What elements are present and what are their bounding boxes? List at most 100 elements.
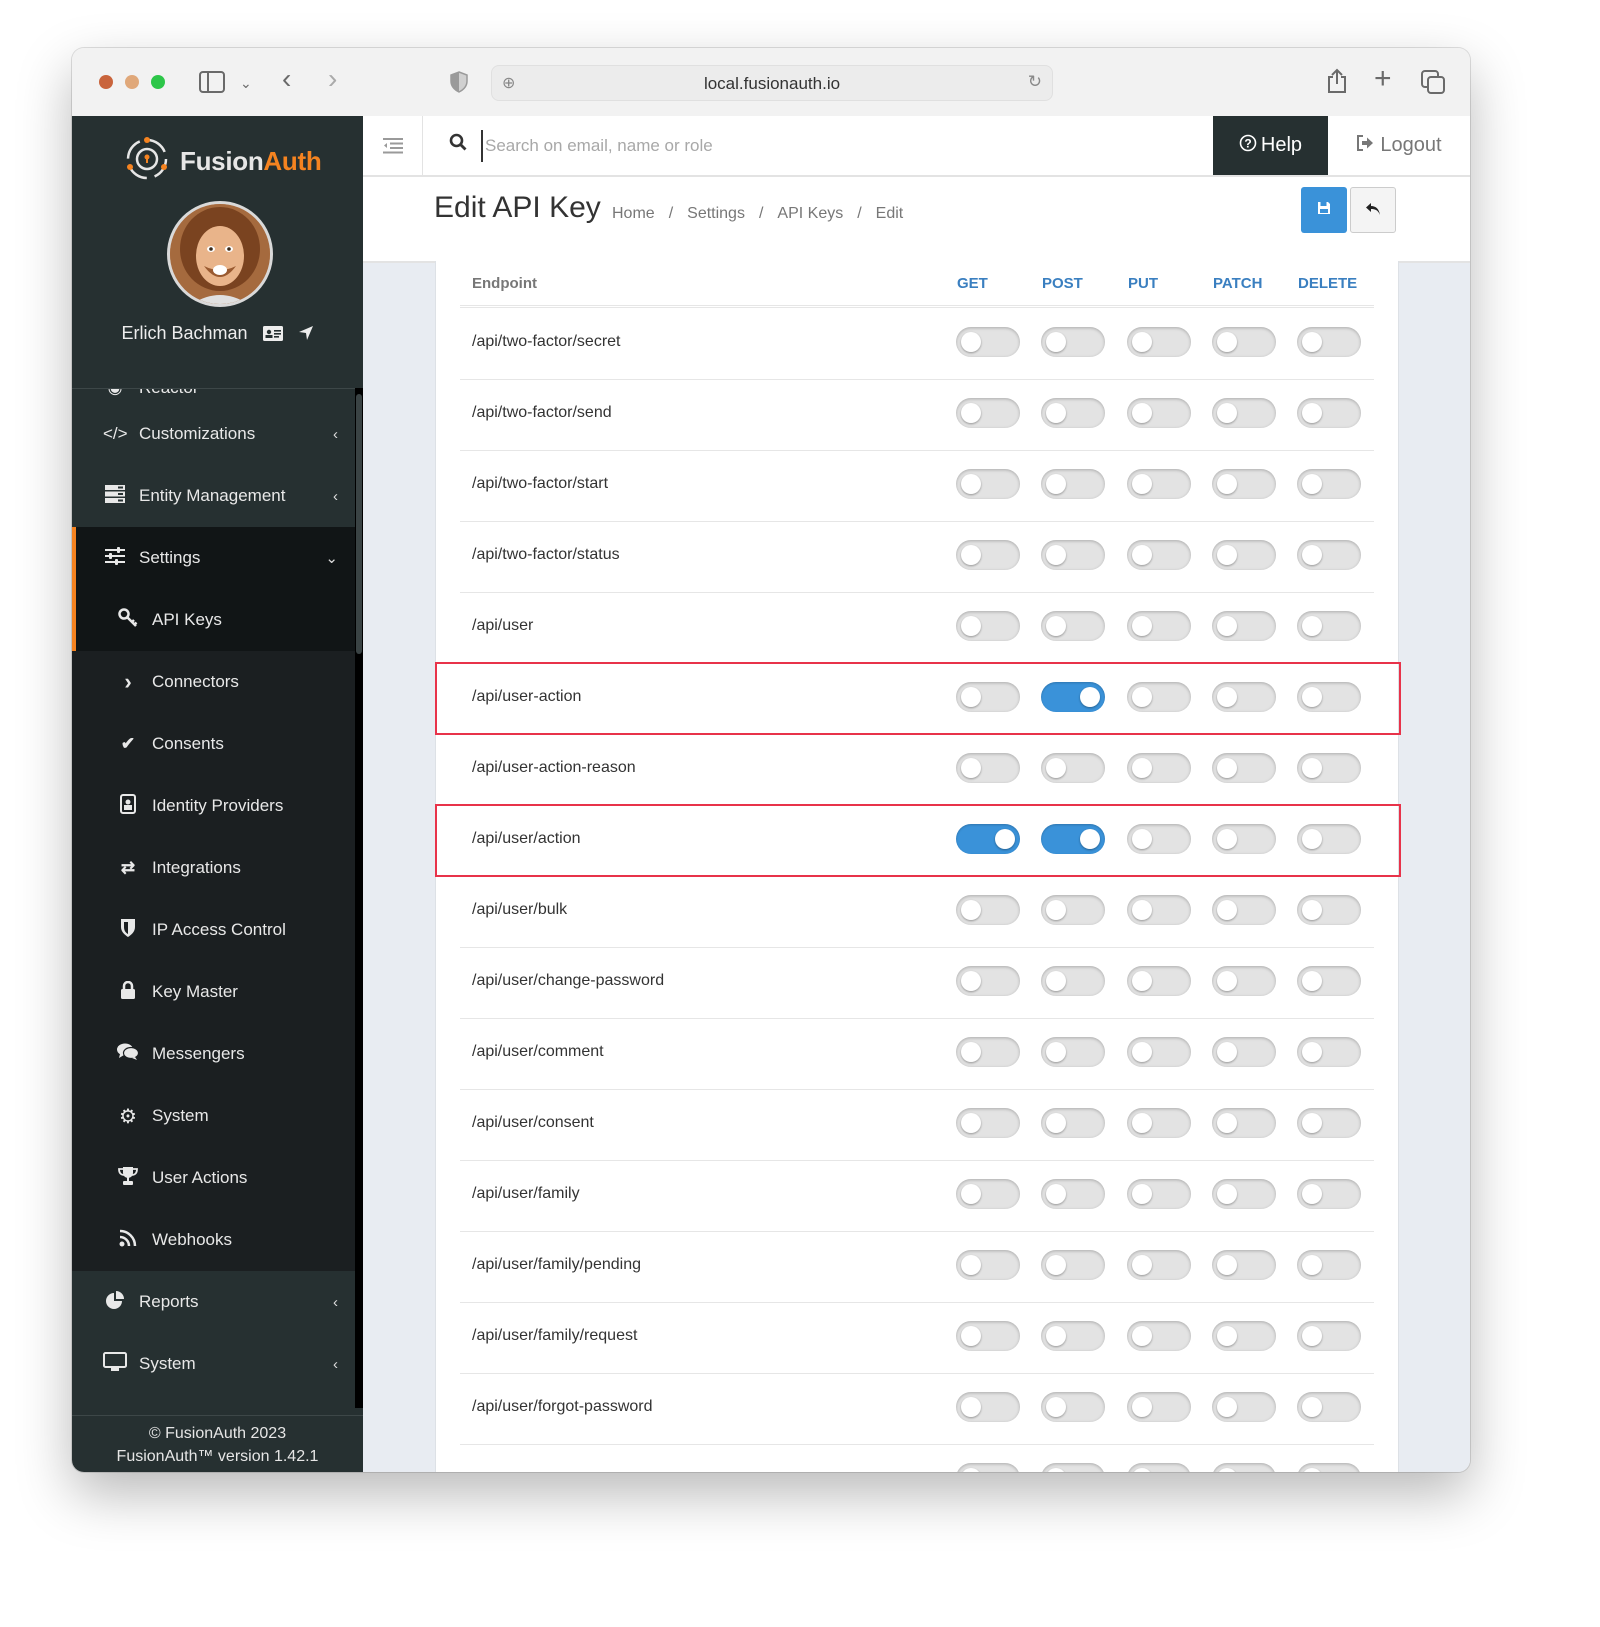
toggle-get[interactable] [956,1392,1020,1422]
toggle-delete[interactable] [1297,895,1361,925]
toggle-patch[interactable] [1212,1179,1276,1209]
sidebar-item-key-master[interactable]: Key Master [72,961,363,1023]
toggle-put[interactable] [1127,1179,1191,1209]
toggle-delete[interactable] [1297,469,1361,499]
collapse-sidebar-button[interactable] [363,116,423,175]
toggle-post[interactable] [1041,966,1105,996]
sidebar-item-webhooks[interactable]: Webhooks [72,1209,363,1271]
minimize-window-button[interactable] [125,75,139,89]
sidebar-item-api-keys[interactable]: API Keys [72,589,363,651]
toggle-post[interactable] [1041,540,1105,570]
toggle-get[interactable] [956,753,1020,783]
breadcrumb-home[interactable]: Home [612,205,655,223]
toggle-post[interactable] [1041,1321,1105,1351]
toggle-put[interactable] [1127,682,1191,712]
id-card-icon[interactable] [262,325,283,346]
sidebar-item-system-settings[interactable]: ⚙ System [72,1085,363,1147]
toggle-patch[interactable] [1212,469,1276,499]
fusionauth-logo[interactable]: FusionAuth [124,136,322,184]
toggle-put[interactable] [1127,824,1191,854]
toggle-delete[interactable] [1297,824,1361,854]
sidebar-item-reports[interactable]: Reports ‹ [72,1271,363,1333]
tabs-overview-icon[interactable] [1421,70,1445,98]
shield-icon[interactable] [450,71,468,97]
toggle-delete[interactable] [1297,540,1361,570]
toggle-post[interactable] [1041,1037,1105,1067]
toggle-post[interactable] [1041,469,1105,499]
toggle-put[interactable] [1127,1037,1191,1067]
toggle-get[interactable] [956,1463,1020,1472]
toggle-get[interactable] [956,895,1020,925]
sidebar-item-connectors[interactable]: › Connectors [72,651,363,713]
toggle-post[interactable] [1041,327,1105,357]
toggle-put[interactable] [1127,1108,1191,1138]
toggle-get[interactable] [956,1037,1020,1067]
toggle-patch[interactable] [1212,398,1276,428]
toggle-put[interactable] [1127,540,1191,570]
sidebar-item-ip-access-control[interactable]: IP Access Control [72,899,363,961]
toggle-patch[interactable] [1212,611,1276,641]
toggle-post[interactable] [1041,895,1105,925]
toggle-put[interactable] [1127,1392,1191,1422]
toggle-delete[interactable] [1297,611,1361,641]
toggle-delete[interactable] [1297,1108,1361,1138]
toggle-put[interactable] [1127,398,1191,428]
toggle-delete[interactable] [1297,327,1361,357]
toggle-patch[interactable] [1212,1463,1276,1472]
help-button[interactable]: ? Help [1213,116,1328,175]
back-icon[interactable]: ‹ [282,65,291,93]
toggle-get[interactable] [956,398,1020,428]
toggle-post[interactable] [1041,1179,1105,1209]
toggle-delete[interactable] [1297,1179,1361,1209]
sidebar-toggle-icon[interactable] [199,71,225,97]
sidebar-scrollbar[interactable] [355,388,363,1408]
column-header-delete[interactable]: DELETE [1298,275,1357,292]
toggle-patch[interactable] [1212,824,1276,854]
toggle-delete[interactable] [1297,753,1361,783]
user-name[interactable]: Erlich Bachman [121,323,247,343]
toggle-post[interactable] [1041,682,1105,712]
cancel-back-button[interactable] [1350,187,1396,233]
sidebar-item-consents[interactable]: ✔ Consents [72,713,363,775]
chevron-down-icon[interactable]: ⌄ [240,72,252,94]
toggle-put[interactable] [1127,1321,1191,1351]
toggle-post[interactable] [1041,824,1105,854]
column-header-patch[interactable]: PATCH [1213,275,1262,292]
toggle-post[interactable] [1041,1250,1105,1280]
avatar[interactable] [167,201,273,307]
toggle-patch[interactable] [1212,1037,1276,1067]
toggle-get[interactable] [956,824,1020,854]
toggle-get[interactable] [956,540,1020,570]
share-icon[interactable] [1326,68,1348,98]
toggle-put[interactable] [1127,469,1191,499]
sidebar-item-customizations[interactable]: </> Customizations ‹ [72,403,363,465]
new-tab-icon[interactable]: + [1374,64,1392,94]
toggle-delete[interactable] [1297,1250,1361,1280]
toggle-post[interactable] [1041,1108,1105,1138]
logout-button[interactable]: Logout [1328,116,1470,175]
toggle-patch[interactable] [1212,753,1276,783]
toggle-patch[interactable] [1212,1321,1276,1351]
toggle-delete[interactable] [1297,1392,1361,1422]
toggle-put[interactable] [1127,327,1191,357]
toggle-delete[interactable] [1297,1463,1361,1472]
toggle-delete[interactable] [1297,398,1361,428]
toggle-post[interactable] [1041,611,1105,641]
toggle-get[interactable] [956,1321,1020,1351]
sidebar-item-reactor[interactable]: ◉ Reactor [72,389,363,403]
sidebar-item-identity-providers[interactable]: Identity Providers [72,775,363,837]
toggle-patch[interactable] [1212,1392,1276,1422]
search-input[interactable] [481,130,1187,162]
toggle-patch[interactable] [1212,895,1276,925]
toggle-delete[interactable] [1297,682,1361,712]
column-header-post[interactable]: POST [1042,275,1083,292]
toggle-put[interactable] [1127,611,1191,641]
toggle-delete[interactable] [1297,1321,1361,1351]
toggle-post[interactable] [1041,1392,1105,1422]
toggle-get[interactable] [956,966,1020,996]
forward-icon[interactable]: › [328,65,337,93]
toggle-post[interactable] [1041,1463,1105,1472]
sidebar-item-messengers[interactable]: Messengers [72,1023,363,1085]
toggle-delete[interactable] [1297,966,1361,996]
sidebar-item-settings[interactable]: Settings ⌄ [72,527,363,589]
